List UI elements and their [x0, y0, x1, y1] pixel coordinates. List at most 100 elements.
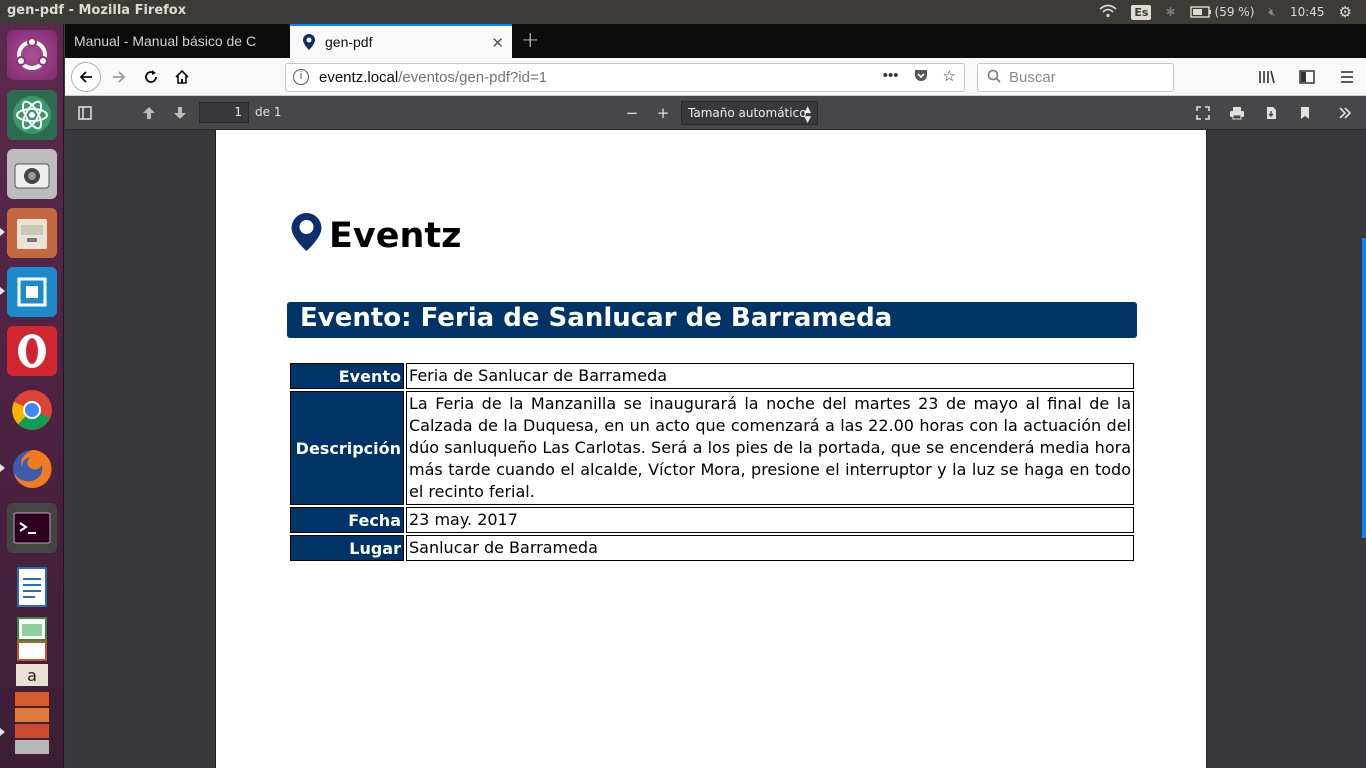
- sidebar-button[interactable]: [1293, 63, 1321, 91]
- printer-icon: [1230, 107, 1244, 120]
- bookmark-star-icon[interactable]: ☆: [943, 67, 956, 87]
- url-bar[interactable]: i eventz.local/eventos/gen-pdf?id=1 ••• …: [285, 63, 965, 92]
- pdf-viewer[interactable]: Eventz Evento: Feria de Sanlucar de Barr…: [65, 130, 1366, 768]
- arrow-left-icon: [79, 71, 92, 83]
- zoom-select-value: Tamaño automático: [688, 106, 807, 120]
- library-button[interactable]: [1253, 63, 1281, 91]
- top-panel: gen-pdf - Mozilla Firefox Es ✱ (59 %) 🔇︎…: [0, 0, 1366, 24]
- bookmark-icon: [1301, 107, 1309, 119]
- arrow-right-icon: [113, 71, 126, 83]
- map-pin-icon: [291, 213, 322, 251]
- tab-label: Manual - Manual básico de C: [74, 33, 257, 49]
- zoom-select[interactable]: Tamaño automático ▲ ▼: [681, 101, 818, 125]
- reload-button[interactable]: [137, 63, 165, 91]
- url-domain: eventz.local: [319, 69, 399, 86]
- chrome-launcher-icon[interactable]: [7, 385, 57, 435]
- url-text[interactable]: eventz.local/eventos/gen-pdf?id=1: [319, 69, 547, 86]
- tab-manual[interactable]: Manual - Manual básico de C: [65, 24, 289, 58]
- clock[interactable]: 10:45: [1290, 5, 1325, 19]
- sidebar-toggle-icon: [78, 106, 92, 120]
- arrow-down-icon: [174, 107, 186, 119]
- row-value: La Feria de la Manzanilla se inaugurará …: [406, 391, 1134, 505]
- map-pin-icon: [303, 34, 315, 50]
- firefox-window: Manual - Manual básico de C gen-pdf ✕ + …: [65, 24, 1366, 768]
- event-heading: Evento: Feria de Sanlucar de Barrameda: [287, 302, 1137, 338]
- table-row: Evento Feria de Sanlucar de Barrameda: [290, 363, 1134, 389]
- bluetooth-icon[interactable]: ✱: [1165, 5, 1175, 19]
- pdf-toolbar: 1 de 1 − + Tamaño automático ▲ ▼: [65, 96, 1366, 130]
- double-chevron-right-icon: [1339, 107, 1352, 119]
- tools-button[interactable]: [1337, 102, 1353, 124]
- keyboard-layout-indicator[interactable]: Es: [1131, 4, 1152, 20]
- download-button[interactable]: [1263, 102, 1279, 124]
- ubuntu-dash-button[interactable]: [7, 30, 57, 80]
- reload-icon: [145, 70, 157, 83]
- window-title: gen-pdf - Mozilla Firefox: [7, 3, 187, 18]
- brand-logo: Eventz: [290, 208, 461, 256]
- next-page-button[interactable]: [172, 102, 188, 124]
- download-icon: [1267, 107, 1276, 119]
- battery-indicator[interactable]: (59 %): [1189, 5, 1255, 19]
- stacked-apps-launcher-icon[interactable]: [7, 688, 57, 758]
- new-tab-button[interactable]: +: [521, 28, 539, 53]
- presentation-mode-button[interactable]: [1195, 102, 1211, 124]
- files-launcher-icon[interactable]: [7, 208, 57, 258]
- atom-launcher-icon[interactable]: [7, 90, 57, 140]
- table-row: Lugar Sanlucar de Barrameda: [290, 535, 1134, 561]
- hamburger-menu-icon: [1341, 71, 1353, 83]
- bookmark-button[interactable]: [1297, 102, 1313, 124]
- zoom-out-button[interactable]: −: [624, 102, 640, 124]
- opera-launcher-icon[interactable]: [7, 326, 57, 376]
- gear-icon[interactable]: ⚙: [1339, 3, 1352, 21]
- home-button[interactable]: [168, 63, 196, 91]
- camera-launcher-icon[interactable]: [7, 149, 57, 199]
- previous-page-button[interactable]: [141, 102, 157, 124]
- row-label: Fecha: [290, 507, 404, 533]
- ubuntu-logo-icon: [16, 37, 48, 70]
- fullscreen-icon: [1196, 106, 1210, 120]
- terminal-launcher-icon[interactable]: [7, 503, 57, 553]
- arrow-up-icon: [143, 107, 155, 119]
- page-count: de 1: [255, 105, 282, 119]
- toggle-sidebar-button[interactable]: [77, 102, 93, 124]
- print-button[interactable]: [1229, 102, 1245, 124]
- svg-text:a: a: [27, 666, 37, 685]
- firefox-launcher-icon[interactable]: [7, 444, 57, 494]
- tab-bar: Manual - Manual básico de C gen-pdf ✕ +: [65, 24, 1366, 58]
- page-number-input[interactable]: 1: [199, 102, 249, 123]
- zoom-in-button[interactable]: +: [655, 102, 671, 124]
- row-value: Sanlucar de Barrameda: [406, 535, 1134, 561]
- pdf-page: Eventz Evento: Feria de Sanlucar de Barr…: [215, 130, 1207, 768]
- row-label: Descripción: [290, 391, 404, 505]
- battery-percent: (59 %): [1214, 5, 1255, 19]
- library-icon: [1259, 70, 1275, 84]
- home-icon: [175, 69, 189, 84]
- pocket-icon[interactable]: [913, 67, 929, 87]
- url-path: /eventos/gen-pdf?id=1: [398, 69, 548, 86]
- forward-button[interactable]: [105, 63, 133, 91]
- brand-name: Eventz: [329, 216, 462, 256]
- row-value: 23 may. 2017: [406, 507, 1134, 533]
- tab-gen-pdf[interactable]: gen-pdf ✕: [290, 24, 512, 58]
- row-label: Lugar: [290, 535, 404, 561]
- wifi-icon[interactable]: [1099, 4, 1117, 21]
- row-label: Evento: [290, 363, 404, 389]
- writer-launcher-icon[interactable]: [7, 562, 57, 612]
- system-tray: Es ✱ (59 %) 🔇︎ 10:45 ⚙: [1099, 0, 1366, 24]
- close-tab-icon[interactable]: ✕: [491, 34, 504, 52]
- back-button[interactable]: [71, 62, 101, 92]
- row-value: Feria de Sanlucar de Barrameda: [406, 363, 1134, 389]
- table-row: Fecha 23 may. 2017: [290, 507, 1134, 533]
- page-actions-button[interactable]: •••: [883, 67, 899, 87]
- nav-bar: i eventz.local/eventos/gen-pdf?id=1 ••• …: [65, 58, 1366, 96]
- menu-button[interactable]: [1333, 63, 1361, 91]
- volume-muted-icon[interactable]: 🔇︎: [1268, 5, 1276, 20]
- vmware-launcher-icon[interactable]: [7, 267, 57, 317]
- info-icon[interactable]: i: [293, 69, 309, 85]
- search-placeholder: Buscar: [1009, 69, 1056, 86]
- scrollbar[interactable]: [1362, 238, 1366, 538]
- amazon-launcher-icon[interactable]: a: [7, 660, 57, 690]
- search-input[interactable]: Buscar: [977, 63, 1174, 92]
- updown-arrows-icon: ▲ ▼: [804, 105, 811, 125]
- tab-label: gen-pdf: [325, 34, 373, 50]
